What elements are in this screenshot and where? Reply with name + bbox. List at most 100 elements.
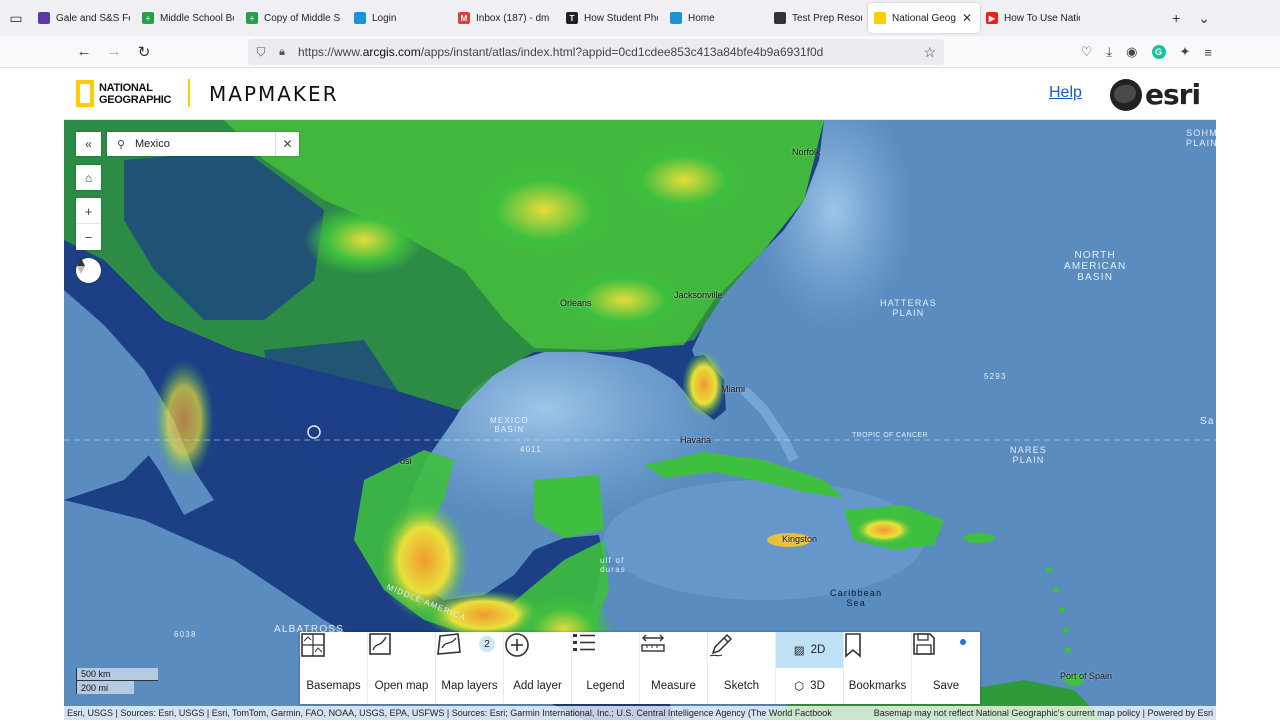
browser-tab[interactable]: Login: [348, 3, 452, 33]
scale-bar: 500 km 200 mi: [76, 668, 166, 694]
label-depth-6038: 6038: [174, 630, 197, 639]
browser-tab[interactable]: Gale and S&S Fe: [32, 3, 136, 33]
tab-favicon-icon: [354, 12, 366, 24]
address-bar[interactable]: ⛉ 🔒︎ https://www.arcgis.com/apps/instant…: [248, 39, 944, 65]
legend-button[interactable]: Legend: [572, 632, 640, 704]
page-margin-left: [0, 68, 64, 720]
add-layer-button[interactable]: Add layer: [504, 632, 572, 704]
label-gulf-of-honduras: ulf of duras: [600, 556, 627, 574]
browser-tab[interactable]: Home: [664, 3, 768, 33]
esri-wordmark: esri: [1145, 78, 1201, 111]
label-hatteras-plain: HATTERAS PLAIN: [880, 298, 937, 318]
search-input[interactable]: Mexico: [135, 138, 275, 150]
view-toggle: ▨ 2D ⬡ 3D: [776, 632, 844, 704]
home-button[interactable]: ⌂: [76, 165, 101, 190]
open-map-button[interactable]: Open map: [368, 632, 436, 704]
tab-title: Gale and S&S Fe: [56, 12, 130, 24]
label-depth-5293: 5293: [984, 372, 1007, 381]
zoom-out-button[interactable]: −: [76, 224, 101, 250]
label-north-american-basin: NORTH AMERICAN BASIN: [1064, 250, 1127, 283]
legend-label: Legend: [586, 680, 625, 692]
forward-button[interactable]: →: [100, 38, 128, 66]
search-widget[interactable]: ⚲ Mexico ✕: [107, 132, 299, 156]
tab-title: Home: [688, 12, 715, 24]
map-view[interactable]: Norfolk Orleans Jacksonville Miami Havan…: [64, 120, 1216, 720]
close-tab-icon[interactable]: ✕: [962, 11, 972, 25]
new-tab-icon[interactable]: +: [1172, 10, 1180, 26]
ng-wordmark: NATIONAL GEOGRAPHIC: [99, 81, 172, 106]
collapse-panel-button[interactable]: «: [76, 132, 101, 156]
tab-bar-actions: + ⌄: [1172, 10, 1280, 27]
tab-title: Test Prep Resour: [792, 12, 862, 24]
lock-icon[interactable]: 🔒︎: [274, 46, 290, 59]
clear-search-button[interactable]: ✕: [275, 132, 299, 156]
reload-button[interactable]: ↻: [130, 38, 158, 66]
browser-tab[interactable]: Test Prep Resour: [768, 3, 868, 33]
mapmaker-app: NATIONAL GEOGRAPHIC MAPMAKER Help esri N…: [64, 68, 1216, 720]
basemaps-button[interactable]: Basemaps: [300, 632, 368, 704]
zoom-in-button[interactable]: +: [76, 198, 101, 224]
map-attribution: Esri, USGS | Sources: Esri, USGS | Esri,…: [64, 706, 1216, 720]
browser-tab[interactable]: National Geog ✕: [868, 3, 980, 33]
browser-tab[interactable]: T How Student Pho: [560, 3, 664, 33]
attribution-sources[interactable]: Esri, USGS | Sources: Esri, USGS | Esri,…: [67, 708, 832, 718]
save-button[interactable]: Save: [912, 632, 980, 704]
vegetation-hotspot: [464, 160, 624, 260]
measure-button[interactable]: Measure: [640, 632, 708, 704]
downloads-icon[interactable]: ⤓: [1106, 44, 1112, 60]
tracking-shield-icon[interactable]: ⛉: [248, 45, 274, 60]
extensions-icon[interactable]: ✦: [1180, 44, 1191, 60]
bookmarks-label: Bookmarks: [848, 680, 907, 692]
browser-tab[interactable]: + Copy of Middle S: [240, 3, 348, 33]
florida-hotspot: [682, 351, 726, 419]
label-jacksonville: Jacksonville: [674, 290, 723, 300]
attribution-policy[interactable]: Basemap may not reflect National Geograp…: [874, 708, 1213, 718]
label-mexico-basin: MEXICO BASIN: [490, 416, 529, 434]
compass-button[interactable]: [76, 258, 101, 283]
pocket-icon[interactable]: ♡: [1081, 44, 1093, 60]
view-3d-label: 3D: [810, 680, 825, 692]
basemaps-label: Basemaps: [306, 680, 361, 692]
label-nares-plain: NARES PLAIN: [1010, 445, 1048, 465]
map-layers-button[interactable]: 2 Map layers: [436, 632, 504, 704]
app-title: MAPMAKER: [209, 82, 339, 106]
tab-favicon-icon: +: [142, 12, 154, 24]
double-chevron-left-icon: «: [85, 137, 92, 151]
view-2d-button[interactable]: ▨ 2D: [776, 632, 843, 668]
tab-strip: Gale and S&S Fe + Middle School Bo + Copy of…: [32, 3, 1086, 33]
browser-tab[interactable]: M Inbox (187) - dm: [452, 3, 560, 33]
map-canvas[interactable]: [64, 120, 1216, 720]
menu-icon[interactable]: ≡: [1204, 45, 1212, 60]
help-link[interactable]: Help: [1049, 84, 1082, 102]
label-caribbean-sea: Caribbean Sea: [830, 588, 883, 608]
scale-metric: 500 km: [76, 668, 158, 681]
label-kingston: Kingston: [782, 534, 818, 544]
browser-tab[interactable]: ▶ How To Use Natio: [980, 3, 1086, 33]
account-icon[interactable]: ◉: [1126, 44, 1137, 60]
browser-nav-bar: ← → ↻ ⛉ 🔒︎ https://www.arcgis.com/apps/i…: [0, 36, 1280, 68]
label-potosi: osi: [400, 456, 412, 466]
tab-favicon-icon: M: [458, 12, 470, 24]
national-geographic-logo[interactable]: NATIONAL GEOGRAPHIC: [76, 80, 171, 107]
sketch-label: Sketch: [723, 680, 760, 692]
tab-title: How Student Pho: [584, 12, 658, 24]
tab-list-chevron-icon[interactable]: ⌄: [1198, 10, 1210, 27]
back-button[interactable]: ←: [70, 38, 98, 66]
tab-favicon-icon: [38, 12, 50, 24]
bookmarks-button[interactable]: Bookmarks: [844, 632, 912, 704]
label-sa: Sa: [1200, 416, 1215, 427]
grammarly-extension-icon[interactable]: G: [1151, 45, 1166, 59]
open-map-label: Open map: [374, 680, 429, 692]
bottom-toolbar: Basemaps Open map 2 Map layers Add layer…: [300, 632, 980, 704]
vegetation-hotspot: [614, 140, 754, 220]
label-sohm-plain: SOHM PLAIN: [1186, 128, 1216, 148]
map-layers-count-badge: 2: [479, 636, 495, 652]
antilles-island: [1059, 607, 1065, 613]
search-icon: ⚲: [116, 138, 126, 151]
sketch-button[interactable]: Sketch: [708, 632, 776, 704]
browser-tab[interactable]: + Middle School Bo: [136, 3, 240, 33]
view-3d-button[interactable]: ⬡ 3D: [776, 668, 843, 704]
esri-logo[interactable]: esri: [1110, 78, 1201, 111]
bookmark-star-icon[interactable]: ☆: [923, 44, 936, 61]
tab-overview-icon[interactable]: ▭: [0, 0, 32, 36]
